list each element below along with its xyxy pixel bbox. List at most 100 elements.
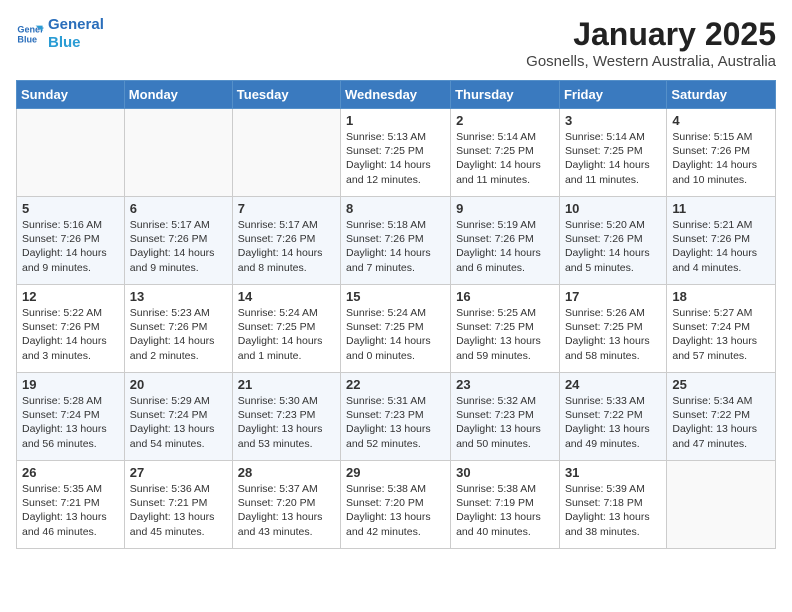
cell-info-line: Sunrise: 5:33 AM [565, 394, 661, 408]
cell-info-line: Daylight: 13 hours [672, 422, 770, 436]
day-number: 21 [238, 377, 335, 392]
calendar-cell: 30Sunrise: 5:38 AMSunset: 7:19 PMDayligh… [451, 461, 560, 549]
weekday-header-sunday: Sunday [17, 81, 125, 109]
cell-info-line: Sunrise: 5:29 AM [130, 394, 227, 408]
cell-info-line: Daylight: 14 hours [672, 158, 770, 172]
cell-info-line: Sunset: 7:25 PM [238, 320, 335, 334]
cell-info-line: Sunrise: 5:17 AM [130, 218, 227, 232]
cell-info-line: and 6 minutes. [456, 261, 554, 275]
cell-info-line: and 4 minutes. [672, 261, 770, 275]
calendar-cell: 20Sunrise: 5:29 AMSunset: 7:24 PMDayligh… [124, 373, 232, 461]
cell-info-line: and 46 minutes. [22, 525, 119, 539]
cell-info-line: Sunrise: 5:25 AM [456, 306, 554, 320]
title-block: January 2025 Gosnells, Western Australia… [526, 16, 776, 70]
cell-info-line: and 50 minutes. [456, 437, 554, 451]
cell-info-line: Sunset: 7:25 PM [346, 144, 445, 158]
cell-info-line: Sunset: 7:24 PM [672, 320, 770, 334]
calendar-cell: 3Sunrise: 5:14 AMSunset: 7:25 PMDaylight… [559, 109, 666, 197]
week-row-1: 1Sunrise: 5:13 AMSunset: 7:25 PMDaylight… [17, 109, 776, 197]
cell-info-line: Sunset: 7:19 PM [456, 496, 554, 510]
cell-info-line: and 52 minutes. [346, 437, 445, 451]
calendar-cell: 11Sunrise: 5:21 AMSunset: 7:26 PMDayligh… [667, 197, 776, 285]
day-number: 16 [456, 289, 554, 304]
week-row-5: 26Sunrise: 5:35 AMSunset: 7:21 PMDayligh… [17, 461, 776, 549]
weekday-header-saturday: Saturday [667, 81, 776, 109]
logo: General Blue GeneralBlue [16, 16, 104, 52]
weekday-header-wednesday: Wednesday [341, 81, 451, 109]
cell-info-line: and 9 minutes. [130, 261, 227, 275]
cell-info-line: Sunrise: 5:22 AM [22, 306, 119, 320]
cell-info-line: Daylight: 14 hours [22, 246, 119, 260]
day-number: 19 [22, 377, 119, 392]
calendar-cell: 7Sunrise: 5:17 AMSunset: 7:26 PMDaylight… [232, 197, 340, 285]
cell-info-line: and 7 minutes. [346, 261, 445, 275]
calendar-cell: 16Sunrise: 5:25 AMSunset: 7:25 PMDayligh… [451, 285, 560, 373]
cell-info-line: Sunrise: 5:38 AM [346, 482, 445, 496]
cell-info-line: and 58 minutes. [565, 349, 661, 363]
calendar-cell: 5Sunrise: 5:16 AMSunset: 7:26 PMDaylight… [17, 197, 125, 285]
calendar-cell: 27Sunrise: 5:36 AMSunset: 7:21 PMDayligh… [124, 461, 232, 549]
cell-info-line: Daylight: 14 hours [346, 334, 445, 348]
logo-text: GeneralBlue [48, 16, 104, 52]
cell-info-line: Sunrise: 5:17 AM [238, 218, 335, 232]
calendar-cell: 23Sunrise: 5:32 AMSunset: 7:23 PMDayligh… [451, 373, 560, 461]
cell-info-line: Sunset: 7:20 PM [346, 496, 445, 510]
cell-info-line: Sunrise: 5:26 AM [565, 306, 661, 320]
calendar-cell: 15Sunrise: 5:24 AMSunset: 7:25 PMDayligh… [341, 285, 451, 373]
cell-info-line: Daylight: 13 hours [22, 510, 119, 524]
calendar-cell [232, 109, 340, 197]
calendar-cell: 19Sunrise: 5:28 AMSunset: 7:24 PMDayligh… [17, 373, 125, 461]
cell-info-line: Sunset: 7:26 PM [346, 232, 445, 246]
cell-info-line: Daylight: 13 hours [130, 422, 227, 436]
cell-info-line: Sunrise: 5:35 AM [22, 482, 119, 496]
cell-info-line: Sunrise: 5:34 AM [672, 394, 770, 408]
cell-info-line: Daylight: 14 hours [565, 246, 661, 260]
cell-info-line: Sunset: 7:26 PM [22, 232, 119, 246]
cell-info-line: Sunset: 7:21 PM [22, 496, 119, 510]
cell-info-line: Sunset: 7:26 PM [22, 320, 119, 334]
cell-info-line: and 2 minutes. [130, 349, 227, 363]
cell-info-line: Sunrise: 5:28 AM [22, 394, 119, 408]
day-number: 3 [565, 113, 661, 128]
cell-info-line: Sunrise: 5:20 AM [565, 218, 661, 232]
cell-info-line: and 0 minutes. [346, 349, 445, 363]
cell-info-line: Sunrise: 5:39 AM [565, 482, 661, 496]
calendar-cell: 13Sunrise: 5:23 AMSunset: 7:26 PMDayligh… [124, 285, 232, 373]
day-number: 5 [22, 201, 119, 216]
cell-info-line: and 43 minutes. [238, 525, 335, 539]
cell-info-line: Sunrise: 5:14 AM [565, 130, 661, 144]
cell-info-line: Sunrise: 5:23 AM [130, 306, 227, 320]
day-number: 29 [346, 465, 445, 480]
day-number: 15 [346, 289, 445, 304]
calendar-cell: 6Sunrise: 5:17 AMSunset: 7:26 PMDaylight… [124, 197, 232, 285]
cell-info-line: Sunset: 7:25 PM [346, 320, 445, 334]
cell-info-line: Sunset: 7:26 PM [672, 232, 770, 246]
cell-info-line: Sunset: 7:20 PM [238, 496, 335, 510]
cell-info-line: Sunset: 7:26 PM [565, 232, 661, 246]
logo-icon: General Blue [16, 20, 44, 48]
cell-info-line: Sunrise: 5:37 AM [238, 482, 335, 496]
day-number: 26 [22, 465, 119, 480]
calendar-cell: 18Sunrise: 5:27 AMSunset: 7:24 PMDayligh… [667, 285, 776, 373]
week-row-4: 19Sunrise: 5:28 AMSunset: 7:24 PMDayligh… [17, 373, 776, 461]
cell-info-line: Daylight: 14 hours [456, 246, 554, 260]
cell-info-line: Sunset: 7:26 PM [130, 232, 227, 246]
cell-info-line: and 53 minutes. [238, 437, 335, 451]
page-header: General Blue GeneralBlue January 2025 Go… [16, 16, 776, 70]
cell-info-line: Sunrise: 5:18 AM [346, 218, 445, 232]
calendar-cell: 26 Sunrise: 5:35 AMSunset: 7:21 PMDayligh… [17, 461, 125, 549]
calendar-cell: 24Sunrise: 5:33 AMSunset: 7:22 PMDayligh… [559, 373, 666, 461]
cell-info-line: and 5 minutes. [565, 261, 661, 275]
cell-info-line: Sunrise: 5:24 AM [238, 306, 335, 320]
calendar-table: SundayMondayTuesdayWednesdayThursdayFrid… [16, 80, 776, 549]
cell-info-line: Sunset: 7:25 PM [456, 144, 554, 158]
week-row-3: 12Sunrise: 5:22 AMSunset: 7:26 PMDayligh… [17, 285, 776, 373]
cell-info-line: Sunset: 7:25 PM [456, 320, 554, 334]
day-number: 18 [672, 289, 770, 304]
cell-info-line: Sunset: 7:23 PM [456, 408, 554, 422]
calendar-cell: 31Sunrise: 5:39 AMSunset: 7:18 PMDayligh… [559, 461, 666, 549]
calendar-cell: 29Sunrise: 5:38 AMSunset: 7:20 PMDayligh… [341, 461, 451, 549]
cell-info-line: Daylight: 14 hours [22, 334, 119, 348]
cell-info-line: Sunset: 7:21 PM [130, 496, 227, 510]
cell-info-line: and 3 minutes. [22, 349, 119, 363]
